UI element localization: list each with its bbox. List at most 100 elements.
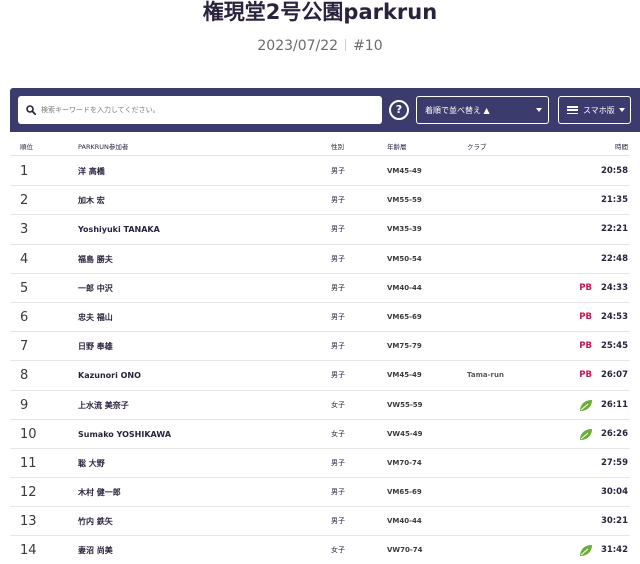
menu-icon <box>567 106 578 114</box>
sort-dropdown[interactable]: 着順で並べ替え ▲ <box>416 96 549 124</box>
club[interactable]: Tama-run <box>467 361 504 390</box>
age-group: VM70-74 <box>387 458 422 467</box>
leaf-icon <box>580 428 592 440</box>
gender: 女子 <box>331 400 345 409</box>
runner-name[interactable]: Yoshiyuki TANAKA <box>78 215 160 244</box>
finish-time: 20:58 <box>600 166 628 176</box>
runner-name[interactable]: 忠夫 福山 <box>78 303 113 332</box>
finish-time: 26:26 <box>600 428 628 439</box>
subtitle-divider <box>345 39 347 51</box>
search-box[interactable] <box>18 96 382 124</box>
table-row[interactable]: 4 福島 勝夫 男子 VM50-54 22:48 <box>10 245 630 274</box>
leaf-icon <box>580 399 592 411</box>
position: 6 <box>20 309 29 325</box>
finish-time: 30:04 <box>600 487 628 498</box>
finish-time: 24:53 <box>600 311 628 322</box>
gender: 男子 <box>331 283 345 292</box>
col-header-club[interactable]: クラブ <box>467 141 487 151</box>
view-mode-dropdown[interactable]: スマホ版 <box>558 96 631 124</box>
finish-time: 27:59 <box>600 457 628 468</box>
age-group: VM65-69 <box>387 488 422 497</box>
age-group: VM35-39 <box>387 225 422 234</box>
position: 11 <box>20 455 37 471</box>
runner-name[interactable]: 日野 奉雄 <box>78 332 113 361</box>
page-title: 権現堂2号公園parkrun <box>202 0 438 24</box>
table-row[interactable]: 6 忠夫 福山 男子 VM65-69 PB 24:53 <box>10 303 630 333</box>
chevron-down-icon <box>536 108 542 112</box>
search-icon <box>26 105 36 115</box>
position: 13 <box>20 514 37 530</box>
runner-name[interactable]: 福島 勝夫 <box>78 245 113 274</box>
table-row[interactable]: 10 Sumako YOSHIKAWA 女子 VW45-49 26:26 <box>10 420 630 449</box>
col-header-time[interactable]: 時間 <box>615 141 628 151</box>
col-header-gender[interactable]: 性別 <box>331 141 344 151</box>
table-row[interactable]: 12 木村 健一郎 男子 VM65-69 30:04 <box>10 478 630 508</box>
position: 5 <box>20 280 29 296</box>
position: 10 <box>20 426 37 442</box>
finish-time: 26:11 <box>600 399 628 410</box>
age-group: VW70-74 <box>387 546 423 555</box>
search-input[interactable] <box>41 97 382 123</box>
table-header: 順位 PARKRUN参加者 性別 年齢層 クラブ 時間 <box>10 134 630 156</box>
table-row[interactable]: 11 聡 大野 男子 VM70-74 27:59 <box>10 449 630 479</box>
runner-name[interactable]: 上水流 美奈子 <box>78 391 129 420</box>
table-row[interactable]: 8 Kazunori ONO 男子 VM45-49 Tama-run PB 26… <box>10 361 630 391</box>
position: 4 <box>20 251 29 267</box>
position: 12 <box>20 485 37 501</box>
results-toolbar: ? 着順で並べ替え ▲ スマホ版 <box>10 88 640 132</box>
finish-time: 31:42 <box>600 545 628 556</box>
event-subtitle: 2023/07/22 #10 <box>0 36 640 56</box>
view-mode-label: スマホ版 <box>583 105 615 115</box>
age-group: VW55-59 <box>387 400 423 409</box>
finish-time: 24:33 <box>600 282 628 293</box>
pb-badge: PB <box>579 370 592 381</box>
gender: 男子 <box>331 312 345 321</box>
gender: 男子 <box>331 458 345 467</box>
finish-time: 22:21 <box>600 224 628 235</box>
gender: 男子 <box>331 196 345 205</box>
gender: 男子 <box>331 225 345 234</box>
table-row[interactable]: 5 一郎 中沢 男子 VM40-44 PB 24:33 <box>10 274 630 303</box>
runner-name[interactable]: 一郎 中沢 <box>78 274 113 303</box>
runner-name[interactable]: 木村 健一郎 <box>78 478 121 507</box>
runner-name[interactable]: 洋 高橋 <box>78 157 105 186</box>
table-row[interactable]: 2 加木 宏 男子 VM55-59 21:35 <box>10 186 630 216</box>
table-row[interactable]: 14 妻沼 尚美 女子 VW70-74 31:42 <box>10 536 630 564</box>
results-table: 1 洋 高橋 男子 VM45-49 20:58 2 加木 宏 男子 VM55-5… <box>10 157 630 564</box>
gender: 女子 <box>331 546 345 555</box>
runner-name[interactable]: 加木 宏 <box>78 186 105 215</box>
table-row[interactable]: 7 日野 奉雄 男子 VM75-79 PB 25:45 <box>10 332 630 362</box>
pb-badge: PB <box>579 341 592 352</box>
age-group: VM55-59 <box>387 196 422 205</box>
sort-dropdown-label: 着順で並べ替え ▲ <box>425 105 490 115</box>
runner-name[interactable]: Sumako YOSHIKAWA <box>78 420 171 449</box>
runner-name[interactable]: 竹内 鉄矢 <box>78 507 113 536</box>
gender: 男子 <box>331 371 345 380</box>
position: 14 <box>20 543 37 559</box>
col-header-position[interactable]: 順位 <box>20 141 33 151</box>
position: 9 <box>20 397 29 413</box>
runner-name[interactable]: 聡 大野 <box>78 449 105 478</box>
leaf-icon <box>580 545 592 557</box>
position: 8 <box>20 368 29 384</box>
position: 2 <box>20 193 29 209</box>
runner-name[interactable]: 妻沼 尚美 <box>78 536 113 564</box>
table-row[interactable]: 1 洋 高橋 男子 VM45-49 20:58 <box>10 157 630 187</box>
position: 3 <box>20 222 29 238</box>
finish-time: 30:21 <box>600 516 628 527</box>
runner-name[interactable]: Kazunori ONO <box>78 361 141 390</box>
gender: 男子 <box>331 167 345 175</box>
age-group: VM45-49 <box>387 167 422 175</box>
table-row[interactable]: 9 上水流 美奈子 女子 VW55-59 26:11 <box>10 391 630 420</box>
pb-badge: PB <box>579 311 592 322</box>
table-row[interactable]: 13 竹内 鉄矢 男子 VM40-44 30:21 <box>10 507 630 537</box>
chevron-down-icon <box>619 108 625 112</box>
gender: 男子 <box>331 517 345 526</box>
col-header-age-group[interactable]: 年齢層 <box>387 141 407 151</box>
event-date: 2023/07/22 <box>257 38 339 54</box>
gender: 男子 <box>331 254 345 263</box>
table-row[interactable]: 3 Yoshiyuki TANAKA 男子 VM35-39 22:21 <box>10 215 630 245</box>
col-header-name[interactable]: PARKRUN参加者 <box>78 141 128 151</box>
age-group: VM40-44 <box>387 283 422 292</box>
help-button[interactable]: ? <box>389 100 409 120</box>
